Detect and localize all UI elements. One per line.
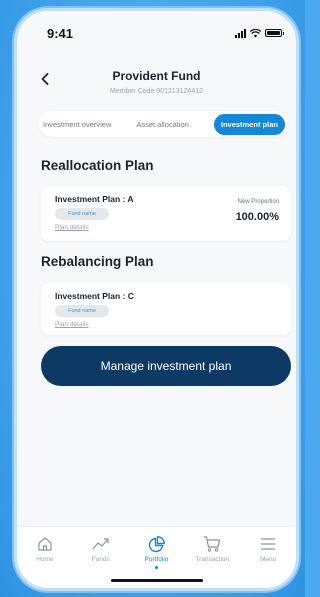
tab-investment-overview[interactable]: Investment overview: [43, 120, 111, 129]
status-icons: [235, 28, 284, 38]
phone-screen: 9:41 Provident Fund Member Code 90121312…: [14, 8, 299, 591]
fund-name-chip: Fund name: [55, 305, 109, 317]
reallocation-title: Reallocation Plan: [41, 158, 154, 173]
pie-chart-icon: [146, 535, 166, 553]
plan-details-link[interactable]: Plan details: [55, 321, 89, 328]
member-code: Member Code 901213124412: [109, 88, 203, 95]
status-time: 9:41: [47, 25, 74, 41]
battery-icon: [265, 29, 284, 37]
new-proportion-value: 100.00%: [235, 211, 279, 223]
home-indicator: [110, 579, 203, 582]
nav-label: Transaction: [195, 556, 230, 563]
rebalancing-title: Rebalancing Plan: [41, 254, 154, 269]
home-icon: [35, 535, 55, 553]
plan-details-link[interactable]: Plan details: [55, 224, 89, 231]
nav-label: Funds: [91, 556, 110, 563]
manage-investment-plan-button[interactable]: Manage investment plan: [41, 346, 291, 386]
wifi-icon: [250, 28, 261, 37]
page-title: Provident Fund: [112, 69, 201, 83]
tab-bar: Investment overview Asset allocation Inv…: [39, 111, 288, 137]
status-bar: 9:41: [17, 11, 296, 55]
reallocation-card[interactable]: Investment Plan : A Fund name Plan detai…: [41, 186, 291, 241]
signal-icon: [235, 28, 246, 38]
cart-icon: [202, 535, 222, 553]
plan-name: Investment Plan : A: [55, 194, 134, 204]
fund-name-chip: Fund name: [55, 208, 109, 220]
rebalancing-card[interactable]: Investment Plan : C Fund name Plan detai…: [41, 283, 291, 335]
active-indicator: [154, 566, 158, 569]
new-proportion-label: New Proportion: [237, 199, 279, 205]
trend-icon: [91, 535, 111, 553]
nav-menu[interactable]: Menu: [243, 535, 293, 588]
nav-label: Portfolio: [144, 556, 169, 563]
bottom-nav: Home Funds Portfolio Transaction Menu: [17, 526, 296, 588]
nav-label: Home: [36, 556, 54, 563]
tab-asset-allocation[interactable]: Asset allocation: [136, 120, 189, 129]
tab-investment-plan[interactable]: Investment plan: [213, 113, 285, 135]
plan-name: Investment Plan : C: [55, 291, 134, 301]
page-header: Provident Fund Member Code 901213124412: [17, 67, 296, 107]
nav-home[interactable]: Home: [20, 535, 70, 588]
menu-icon: [258, 535, 278, 553]
nav-label: Menu: [259, 556, 277, 563]
